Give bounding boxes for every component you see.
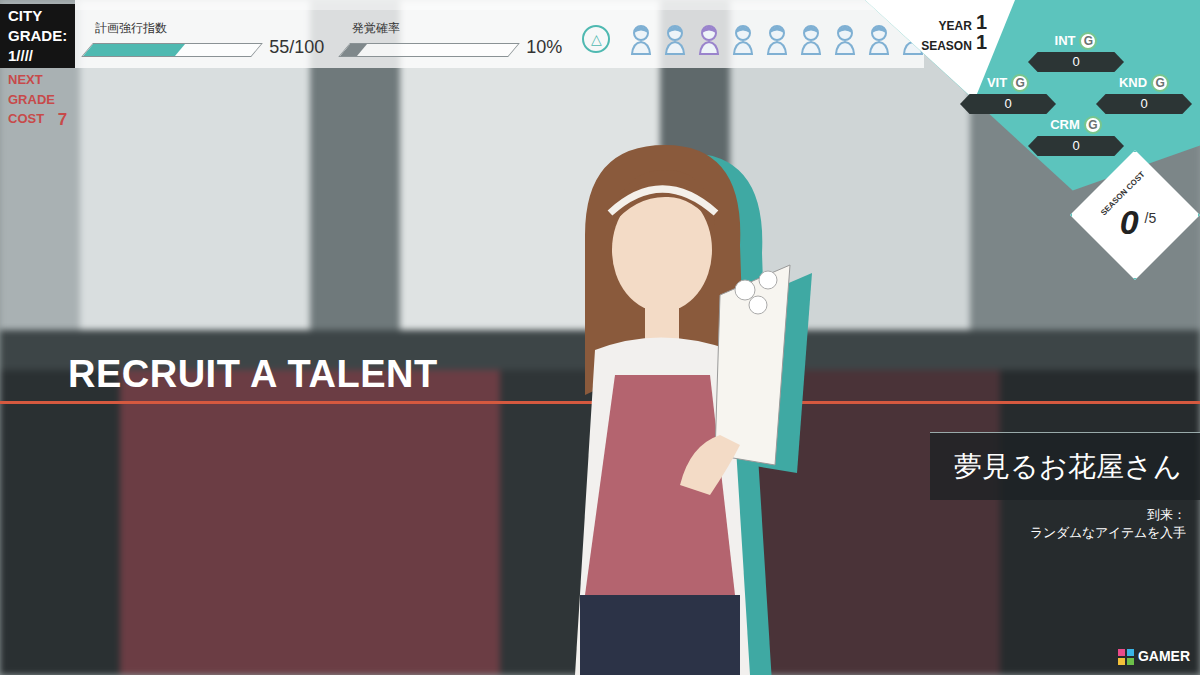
stats-diamond: INTG0VITG0KNDG0CRMG0 [960, 32, 1192, 156]
gauge-track [81, 43, 263, 57]
talent-portrait [540, 125, 840, 675]
talent-head-icon [732, 23, 754, 55]
stat-value: 0 [1096, 94, 1192, 114]
gauge-label: 計画強行指数 [87, 21, 324, 35]
gauge-reading: 10% [526, 37, 562, 57]
talent-head-icon [766, 23, 788, 55]
gauge-label: 発覚確率 [344, 21, 562, 35]
stat: CRMG 0 [1028, 116, 1124, 156]
stat: INTG 0 [1028, 32, 1124, 72]
talent-info: 夢見るお花屋さん到来：ランダムなアイテムを入手 [930, 432, 1200, 542]
stat-name: INT [1055, 33, 1076, 49]
gauge: 計画強行指数 55/100 [87, 21, 324, 57]
stat: VITG 0 [960, 74, 1056, 114]
stat-grade: G [1079, 32, 1097, 50]
gamer-logo-icon [1118, 649, 1134, 665]
stat-value: 0 [1028, 52, 1124, 72]
stat-grade: G [1011, 74, 1029, 92]
stat-value: 0 [1028, 136, 1124, 156]
talent-effect: ランダムなアイテムを入手 [1030, 524, 1200, 542]
stat-grade: G [1084, 116, 1102, 134]
talent-roster [630, 23, 924, 55]
stat-grade: G [1151, 74, 1169, 92]
stat-name: CRM [1050, 117, 1080, 133]
action-button[interactable]: △ [582, 25, 610, 53]
stat-value: 0 [960, 94, 1056, 114]
talent-head-icon [630, 23, 652, 55]
top-hud: CITY GRADE: 1////NEXT GRADE COST7 計画強行指数 5… [0, 0, 870, 129]
stat: KNDG 0 [1096, 74, 1192, 114]
talent-trigger: 到来： [1147, 500, 1200, 524]
talent-head-icon [868, 23, 890, 55]
watermark: GAMER [1118, 646, 1190, 667]
city-grade: CITY GRADE: 1//// [0, 4, 75, 68]
gauge-strip: 計画強行指数 55/100 発覚確率 10% △ [75, 0, 924, 68]
next-grade-cost: NEXT GRADE COST7 [0, 70, 75, 129]
gauge-track [338, 43, 520, 57]
gauge: 発覚確率 10% [344, 21, 562, 57]
stats-panel: YEAR1SEASON1INTG0VITG0KNDG0CRMG0SEASON C… [865, 0, 1200, 280]
talent-head-icon [834, 23, 856, 55]
talent-name: 夢見るお花屋さん [930, 432, 1200, 500]
season-cost-max: /5 [1145, 211, 1157, 239]
stat-name: KND [1119, 75, 1147, 91]
talent-head-icon [698, 23, 720, 55]
talent-head-icon [664, 23, 686, 55]
gauge-fill [340, 44, 367, 56]
gauge-fill [83, 44, 185, 56]
screen-title: RECRUIT A TALENT [68, 352, 438, 396]
season-cost-value: 0 [1120, 205, 1139, 239]
game-screen: CITY GRADE: 1////NEXT GRADE COST7 計画強行指数 5… [0, 0, 1200, 675]
gauge-reading: 55/100 [269, 37, 324, 57]
stat-name: VIT [987, 75, 1007, 91]
talent-head-icon [800, 23, 822, 55]
